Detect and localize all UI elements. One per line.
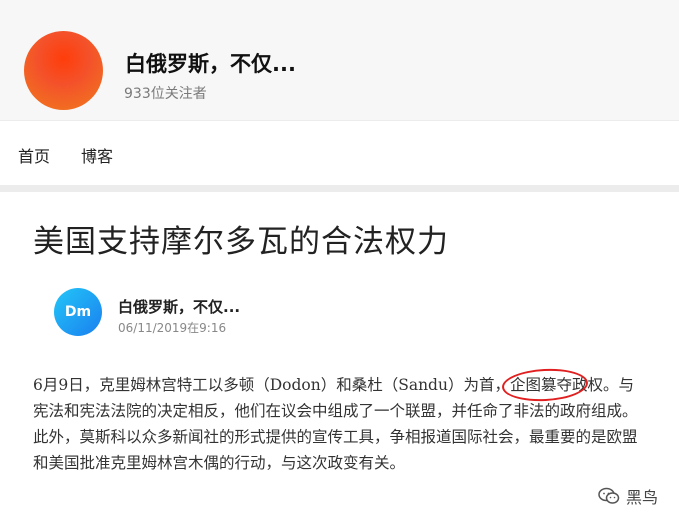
channel-avatar[interactable] bbox=[24, 31, 103, 110]
body-text-start: 6月9日，克里姆林宫特工以多顿（Dodon）和桑杜（Sandu）为首， bbox=[33, 376, 510, 394]
author-avatar[interactable]: Dm bbox=[54, 288, 102, 336]
follower-count: 933位关注者 bbox=[124, 86, 207, 102]
channel-nav: 首页 博客 bbox=[0, 121, 679, 185]
article-body: 6月9日，克里姆林宫特工以多顿（Dodon）和桑杜（Sandu）为首，企图篡夺政… bbox=[33, 372, 638, 476]
channel-title[interactable]: 白俄罗斯，不仅... bbox=[125, 48, 296, 78]
watermark-text: 黑鸟 bbox=[626, 488, 659, 507]
article-title: 美国支持摩尔多瓦的合法权力 bbox=[33, 224, 449, 260]
channel-header: 白俄罗斯，不仅... 933位关注者 bbox=[0, 0, 679, 120]
nav-home[interactable]: 首页 bbox=[18, 143, 50, 167]
circled-phrase: 企图篡夺 bbox=[510, 372, 572, 398]
post-date: 06/11/2019在9:16 bbox=[118, 321, 227, 335]
author-initials: Dm bbox=[64, 304, 92, 320]
watermark: 黑鸟 bbox=[598, 484, 658, 508]
article-card: 美国支持摩尔多瓦的合法权力 Dm 白俄罗斯，不仅... 06/11/2019在9… bbox=[0, 192, 679, 522]
nav-blog[interactable]: 博客 bbox=[81, 143, 113, 167]
author-name[interactable]: 白俄罗斯，不仅... bbox=[118, 296, 240, 317]
wechat-icon bbox=[598, 487, 620, 504]
